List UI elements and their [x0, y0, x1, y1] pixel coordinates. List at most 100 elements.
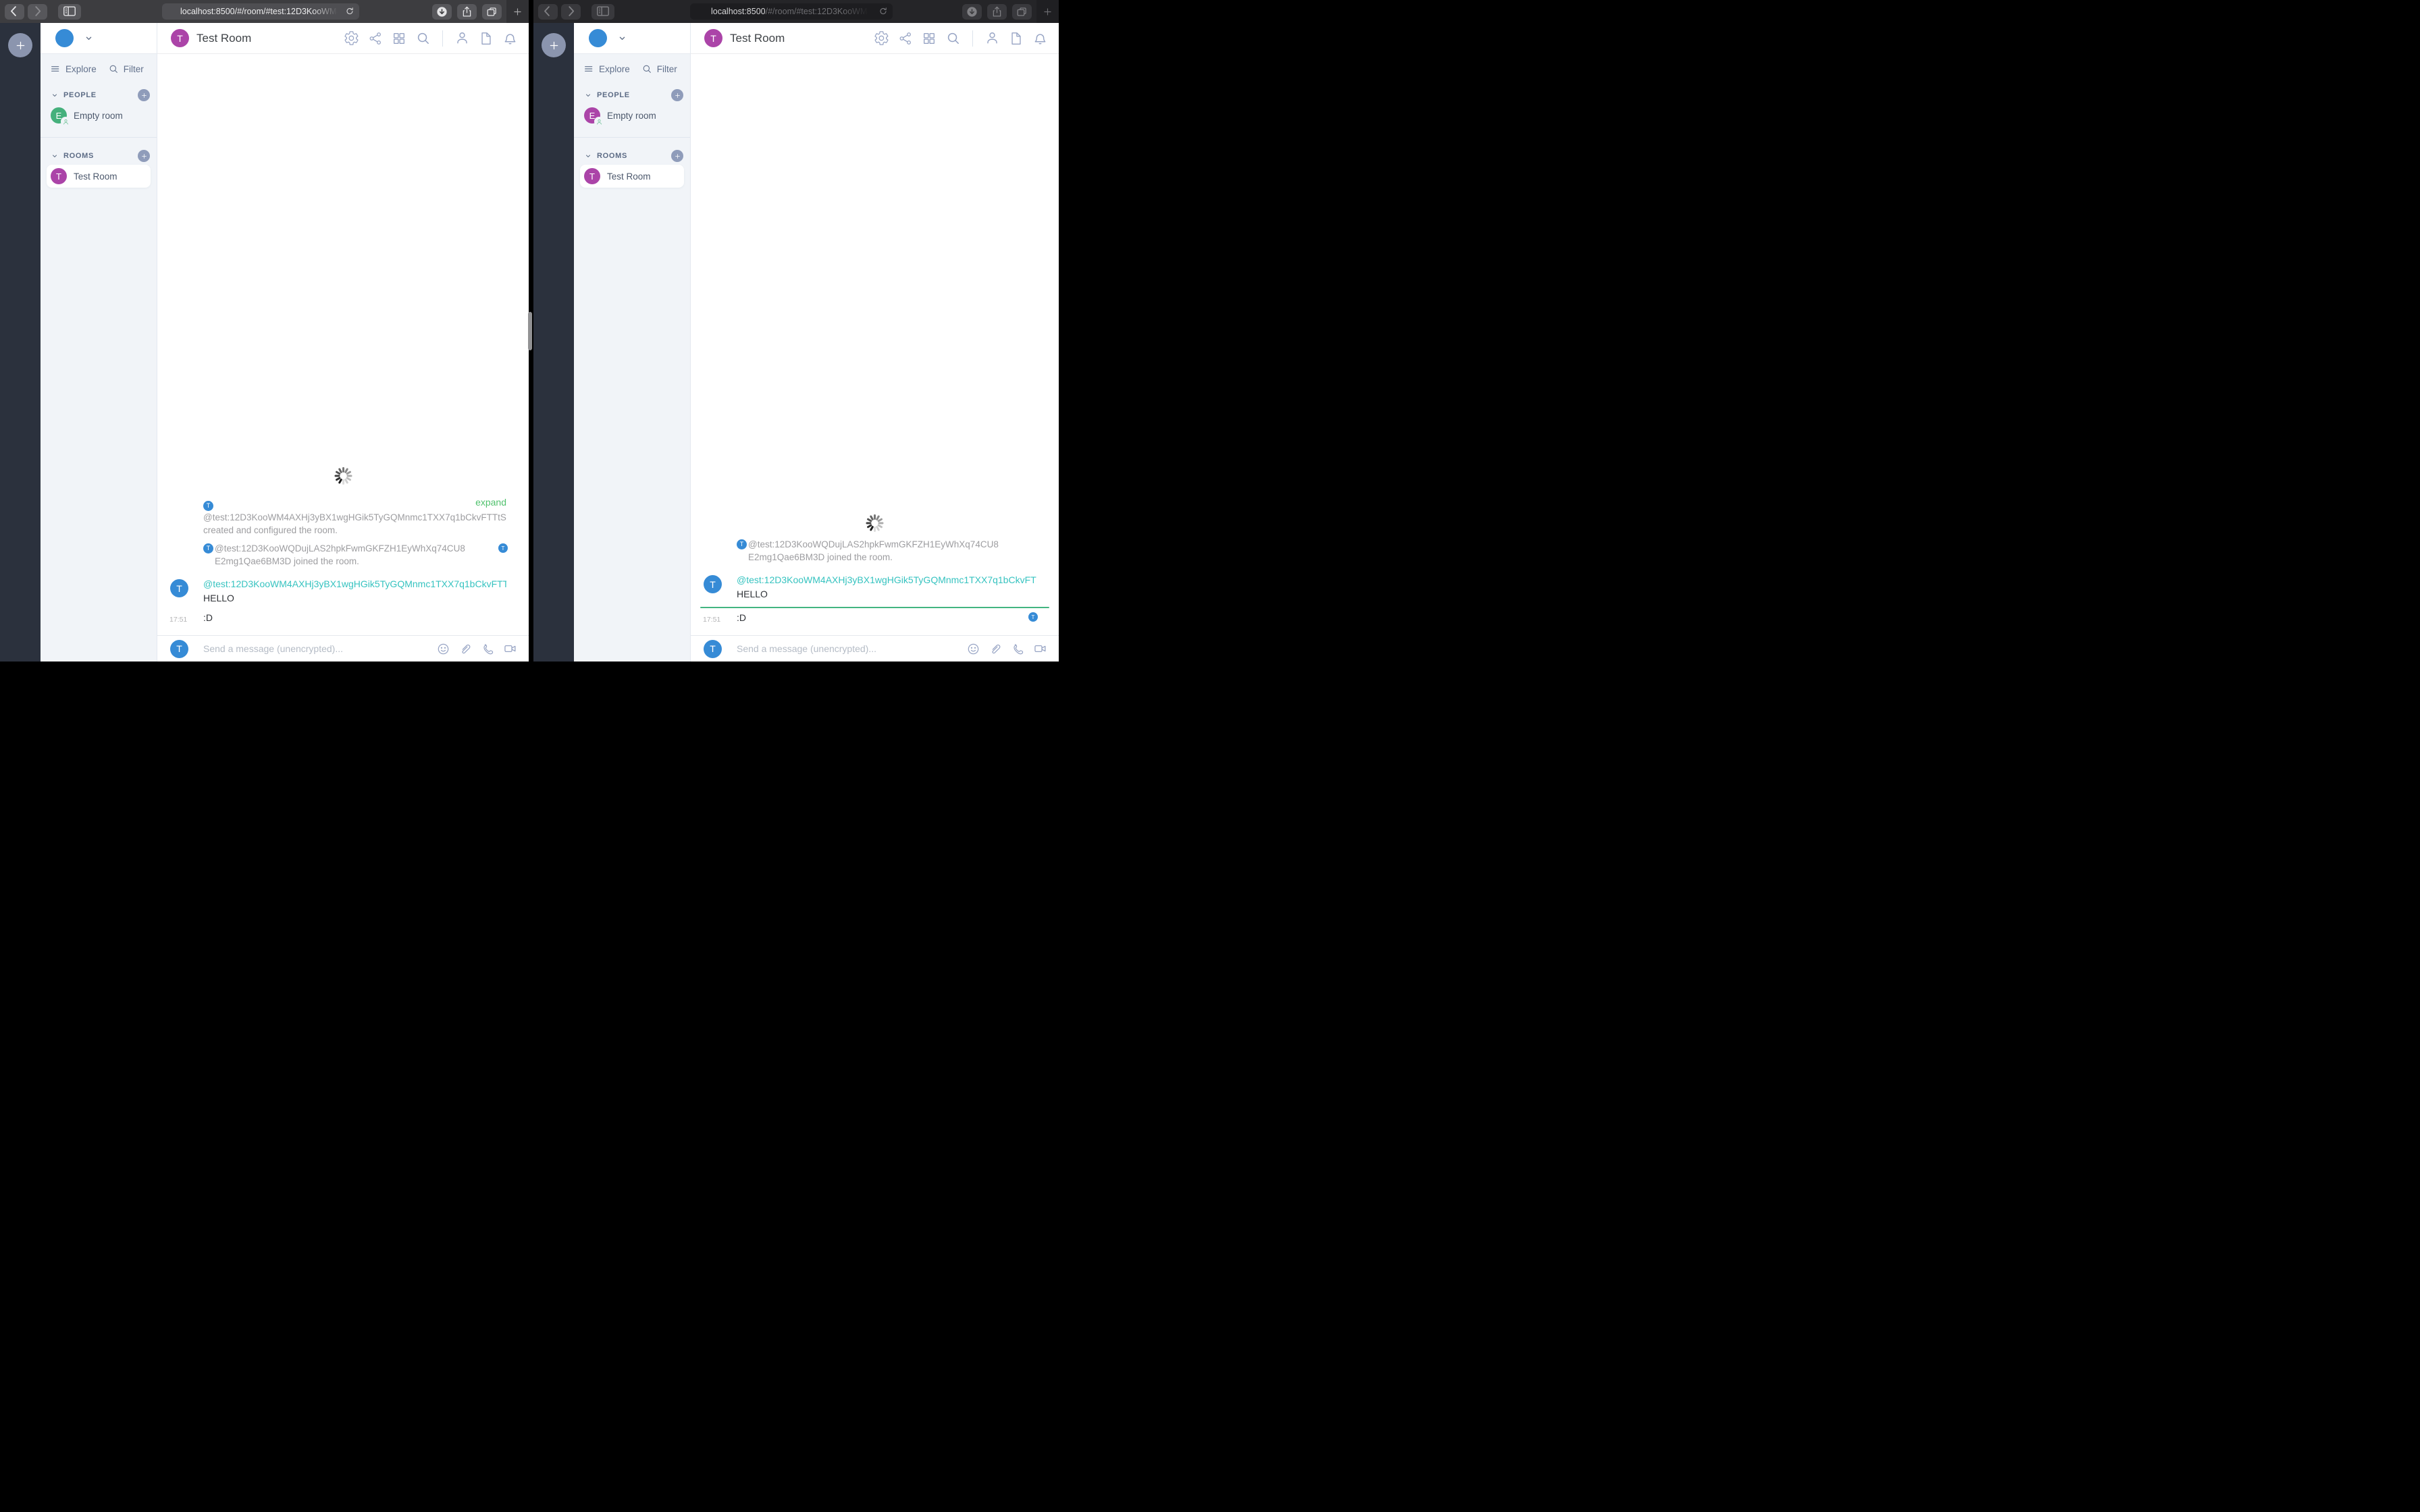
settings-gear-icon[interactable]: [344, 30, 359, 46]
share-room-icon[interactable]: [898, 31, 913, 46]
room-name-label: Empty room: [74, 110, 123, 121]
members-icon[interactable]: [984, 30, 1000, 46]
download-icon: [436, 6, 448, 17]
start-chat-button[interactable]: [138, 89, 150, 101]
room-avatar[interactable]: T: [171, 29, 189, 47]
list-item-empty-room[interactable]: E Empty room: [47, 104, 151, 127]
voice-call-icon[interactable]: [1011, 642, 1025, 656]
sidebar-toggle-button[interactable]: [58, 3, 81, 20]
sender-name[interactable]: @test:12D3KooWM4AXHj3yBX1wgHGik5TyGQMnmc…: [737, 573, 1036, 587]
forward-button[interactable]: [28, 3, 47, 20]
room-list-panel: Explore Filter PEOPLE E Empty room ROOMS…: [574, 54, 690, 662]
window-scrollbar-thumb[interactable]: [528, 312, 532, 350]
create-community-button[interactable]: [8, 33, 32, 57]
search-icon[interactable]: [415, 30, 431, 46]
people-section-header[interactable]: PEOPLE: [41, 88, 157, 102]
new-tab-button[interactable]: [506, 0, 529, 23]
address-bar[interactable]: localhost:8500/#/room/#test:12D3KooWM4AX…: [690, 3, 893, 20]
files-icon[interactable]: [479, 31, 494, 46]
invite-person-icon: [61, 117, 70, 126]
rooms-section-header[interactable]: ROOMS: [574, 149, 690, 163]
filter-input[interactable]: Filter: [108, 63, 144, 74]
reload-icon[interactable]: [344, 6, 355, 17]
divider: [574, 137, 690, 138]
reload-icon[interactable]: [878, 6, 889, 17]
files-icon[interactable]: [1009, 31, 1024, 46]
message-input[interactable]: Send a message (unencrypted)...: [737, 643, 876, 654]
user-avatar[interactable]: [55, 29, 74, 47]
forward-button[interactable]: [561, 3, 581, 20]
downloads-button[interactable]: [432, 3, 452, 20]
browser-window-left: localhost:8500/#/room/#test:12D3KooWM4AX…: [0, 0, 529, 662]
join-event: T @test:12D3KooWQDujLAS2hpkFwmGKFZH1EyWh…: [157, 542, 529, 568]
notifications-bell-icon[interactable]: [502, 30, 518, 46]
filter-input[interactable]: Filter: [641, 63, 677, 74]
add-room-button[interactable]: [138, 150, 150, 162]
search-icon[interactable]: [945, 30, 961, 46]
downloads-button[interactable]: [962, 3, 982, 20]
emoji-icon[interactable]: [436, 642, 450, 656]
tab-overview-button[interactable]: [1012, 3, 1032, 20]
video-call-icon[interactable]: [1033, 641, 1048, 656]
share-room-icon[interactable]: [368, 31, 383, 46]
message-smiley: 17:51 :D T: [691, 611, 1059, 625]
plus-icon: [675, 92, 680, 98]
invite-person-icon: [594, 117, 604, 126]
add-room-button[interactable]: [671, 150, 683, 162]
sidebar-toggle-button[interactable]: [591, 3, 614, 20]
room-name-label: Empty room: [607, 110, 656, 121]
attachment-icon[interactable]: [989, 642, 1003, 656]
explore-label: Explore: [65, 63, 97, 74]
chevron-down-icon: [584, 152, 592, 160]
back-button[interactable]: [538, 3, 558, 20]
expand-link[interactable]: expand: [475, 496, 506, 508]
join-event: T @test:12D3KooWQDujLAS2hpkFwmGKFZH1EyWh…: [691, 538, 1059, 564]
explore-button[interactable]: Explore: [50, 63, 97, 74]
user-avatar[interactable]: [589, 29, 607, 47]
sender-name[interactable]: @test:12D3KooWM4AXHj3yBX1wgHGik5TyGQMnmc…: [203, 577, 506, 591]
people-section-label: PEOPLE: [597, 91, 630, 99]
list-item-test-room[interactable]: T Test Room: [47, 165, 151, 188]
video-call-icon[interactable]: [503, 641, 518, 656]
sender-avatar[interactable]: T: [704, 575, 722, 593]
notifications-bell-icon[interactable]: [1032, 30, 1048, 46]
voice-call-icon[interactable]: [481, 642, 495, 656]
share-icon: [993, 6, 1001, 16]
room-name[interactable]: Test Room: [196, 32, 251, 45]
settings-gear-icon[interactable]: [874, 30, 889, 46]
list-item-empty-room[interactable]: E Empty room: [580, 104, 684, 127]
room-name[interactable]: Test Room: [730, 32, 785, 45]
url-path: /#/room/#test:12D3KooWM4AXHj3yB: [234, 7, 341, 16]
share-button[interactable]: [987, 3, 1007, 20]
sender-avatar[interactable]: T: [170, 579, 188, 597]
create-community-button[interactable]: [542, 33, 566, 57]
list-item-test-room[interactable]: T Test Room: [580, 165, 684, 188]
divider: [972, 30, 973, 47]
divider: [442, 30, 443, 47]
apps-grid-icon[interactable]: [392, 31, 406, 46]
chevron-down-icon[interactable]: [617, 33, 627, 43]
attachment-icon[interactable]: [458, 642, 473, 656]
url-path: /#/room/#test:12D3KooWM4AXHj3yB: [765, 7, 872, 16]
message-input[interactable]: Send a message (unencrypted)...: [203, 643, 343, 654]
avatar: T: [203, 543, 213, 554]
event-text: E2mg1Qae6BM3D joined the room.: [215, 556, 359, 566]
rooms-section-header[interactable]: ROOMS: [41, 149, 157, 163]
url-host: localhost:8500: [180, 7, 235, 16]
people-section-header[interactable]: PEOPLE: [574, 88, 690, 102]
address-bar[interactable]: localhost:8500/#/room/#test:12D3KooWM4AX…: [162, 3, 359, 20]
new-tab-button[interactable]: [1036, 0, 1059, 23]
room-avatar[interactable]: T: [704, 29, 722, 47]
message-hello: T @test:12D3KooWM4AXHj3yBX1wgHGik5TyGQMn…: [691, 573, 1059, 601]
emoji-icon[interactable]: [966, 642, 980, 656]
share-button[interactable]: [457, 3, 477, 20]
chevron-down-icon[interactable]: [84, 33, 94, 43]
explore-button[interactable]: Explore: [583, 63, 630, 74]
start-chat-button[interactable]: [671, 89, 683, 101]
members-icon[interactable]: [454, 30, 470, 46]
tab-overview-button[interactable]: [482, 3, 502, 20]
message-timeline: T expand @test:12D3KooWM4AXHj3yBX1wgHGik…: [157, 54, 529, 635]
apps-grid-icon[interactable]: [922, 31, 937, 46]
back-button[interactable]: [5, 3, 24, 20]
message-timeline: T @test:12D3KooWQDujLAS2hpkFwmGKFZH1EyWh…: [691, 54, 1059, 635]
